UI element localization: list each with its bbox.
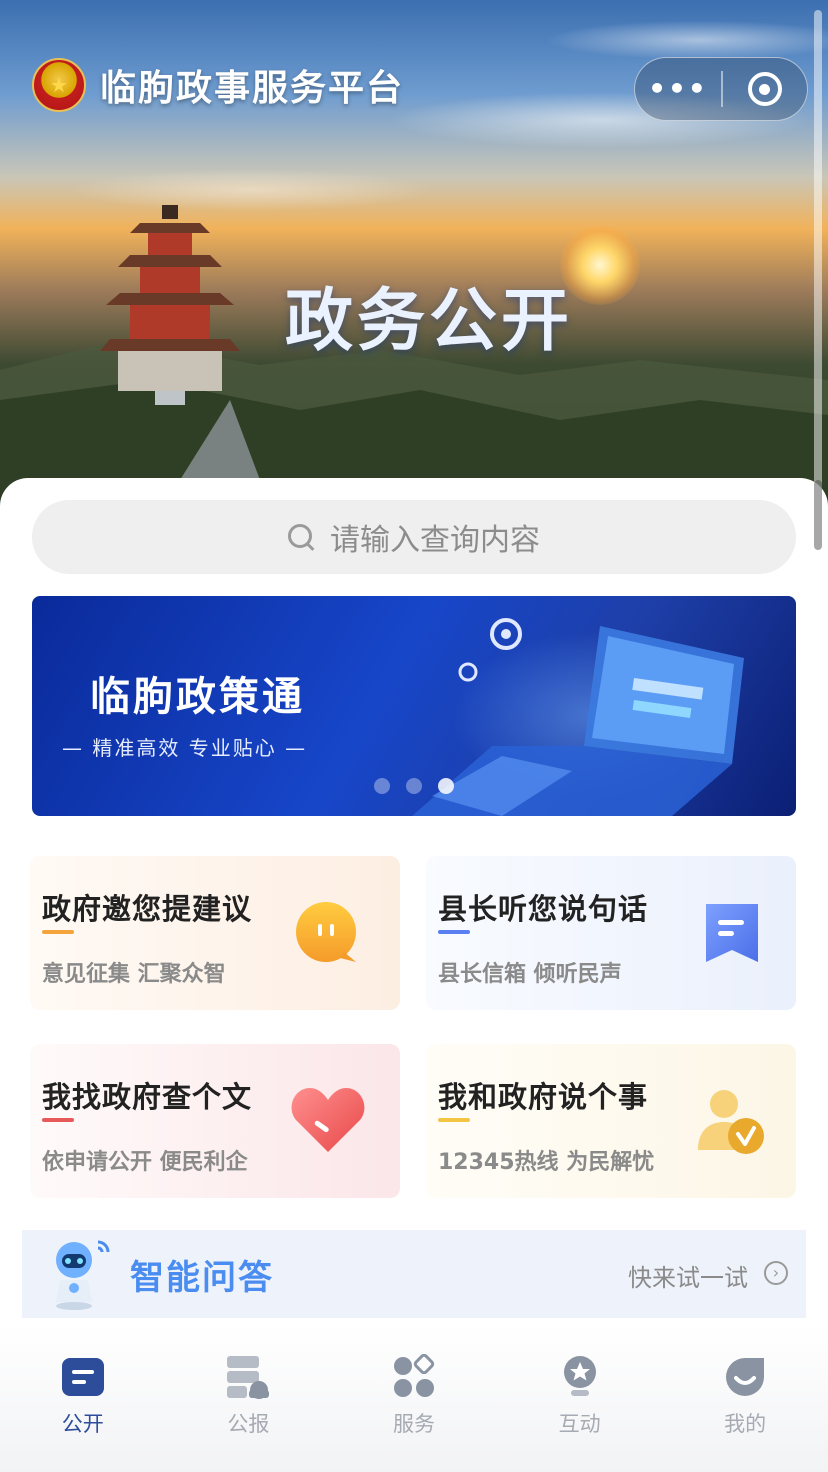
interact-icon bbox=[563, 1356, 596, 1396]
heart-icon bbox=[291, 1088, 365, 1152]
card-mayor-mailbox[interactable]: 县长听您说句话 县长信箱 倾听民声 bbox=[426, 856, 796, 1010]
tab-label: 公报 bbox=[227, 1412, 270, 1436]
tab-bulletin[interactable]: 公报 bbox=[166, 1324, 332, 1472]
card-accent-bar bbox=[438, 1118, 470, 1122]
scrollbar-thumb[interactable] bbox=[814, 480, 822, 550]
national-emblem-icon: ★ bbox=[32, 58, 86, 112]
profile-icon bbox=[726, 1358, 765, 1396]
user-check-icon bbox=[698, 1090, 764, 1154]
card-title: 我和政府说个事 bbox=[438, 1080, 649, 1114]
tab-label: 我的 bbox=[724, 1412, 767, 1436]
app-title: 临朐政事服务平台 bbox=[100, 68, 405, 109]
tab-public[interactable]: 公开 bbox=[0, 1324, 166, 1472]
mini-program-capsule: ••• bbox=[634, 57, 808, 121]
tab-profile[interactable]: 我的 bbox=[662, 1324, 828, 1472]
search-bar[interactable]: 请输入查询内容 bbox=[32, 500, 796, 574]
app-header: ★ 临朐政事服务平台 bbox=[32, 58, 404, 112]
carousel-title: 临朐政策通 bbox=[90, 673, 305, 720]
card-title: 我找政府查个文 bbox=[42, 1080, 253, 1114]
message-icon bbox=[706, 904, 758, 962]
robot-icon bbox=[56, 1240, 110, 1310]
smart-qa-banner[interactable]: 智能问答 快来试一试 › bbox=[22, 1230, 806, 1318]
carousel-dot[interactable] bbox=[406, 778, 422, 794]
tab-label: 互动 bbox=[558, 1412, 601, 1436]
more-menu-button[interactable]: ••• bbox=[635, 57, 721, 121]
card-accent-bar bbox=[42, 930, 74, 934]
doc-icon bbox=[61, 1358, 104, 1396]
card-accent-bar bbox=[438, 930, 470, 934]
card-suggestion[interactable]: 政府邀您提建议 意见征集 汇聚众智 bbox=[30, 856, 400, 1010]
chat-bubble-icon bbox=[296, 902, 356, 962]
card-title: 县长听您说句话 bbox=[438, 892, 649, 926]
close-mini-program-button[interactable] bbox=[723, 72, 808, 106]
tab-service[interactable]: 服务 bbox=[331, 1324, 497, 1472]
bottom-tab-bar: 公开 公报 服务 互动 我的 bbox=[0, 1324, 828, 1472]
chevron-right-icon[interactable]: › bbox=[764, 1261, 788, 1285]
promo-carousel[interactable]: 临朐政策通 — 精准高效 专业贴心 — bbox=[32, 596, 796, 816]
card-subtitle: 12345热线 为民解忧 bbox=[438, 1150, 655, 1175]
card-title: 政府邀您提建议 bbox=[42, 892, 253, 926]
content-sheet: 请输入查询内容 临朐政策通 — 精准高效 专业贴心 — 政府邀您提建议 意见征集… bbox=[0, 478, 828, 1472]
hero-banner: ★ 临朐政事服务平台 ••• 政务公开 bbox=[0, 0, 828, 520]
carousel-dot-active[interactable] bbox=[438, 778, 454, 794]
report-icon bbox=[227, 1356, 270, 1399]
card-accent-bar bbox=[42, 1118, 74, 1122]
carousel-dot[interactable] bbox=[374, 778, 390, 794]
card-document-request[interactable]: 我找政府查个文 依申请公开 便民利企 bbox=[30, 1044, 400, 1198]
scrollbar-track[interactable] bbox=[814, 10, 822, 550]
search-placeholder: 请输入查询内容 bbox=[330, 523, 540, 558]
target-icon bbox=[747, 72, 782, 106]
card-subtitle: 县长信箱 倾听民声 bbox=[438, 962, 622, 987]
qa-title: 智能问答 bbox=[130, 1258, 274, 1298]
tab-interact[interactable]: 互动 bbox=[497, 1324, 663, 1472]
grid-icon bbox=[393, 1354, 435, 1397]
card-subtitle: 意见征集 汇聚众智 bbox=[42, 962, 226, 987]
carousel-indicators bbox=[374, 778, 454, 794]
tab-label: 公开 bbox=[61, 1412, 104, 1436]
banner-heading: 政务公开 bbox=[284, 282, 573, 361]
card-hotline[interactable]: 我和政府说个事 12345热线 为民解忧 bbox=[426, 1044, 796, 1198]
carousel-subtitle: — 精准高效 专业贴心 — bbox=[62, 736, 308, 760]
qa-cta-text[interactable]: 快来试一试 bbox=[628, 1258, 748, 1293]
tab-label: 服务 bbox=[392, 1412, 435, 1436]
search-icon bbox=[288, 524, 314, 550]
card-subtitle: 依申请公开 便民利企 bbox=[42, 1150, 248, 1175]
